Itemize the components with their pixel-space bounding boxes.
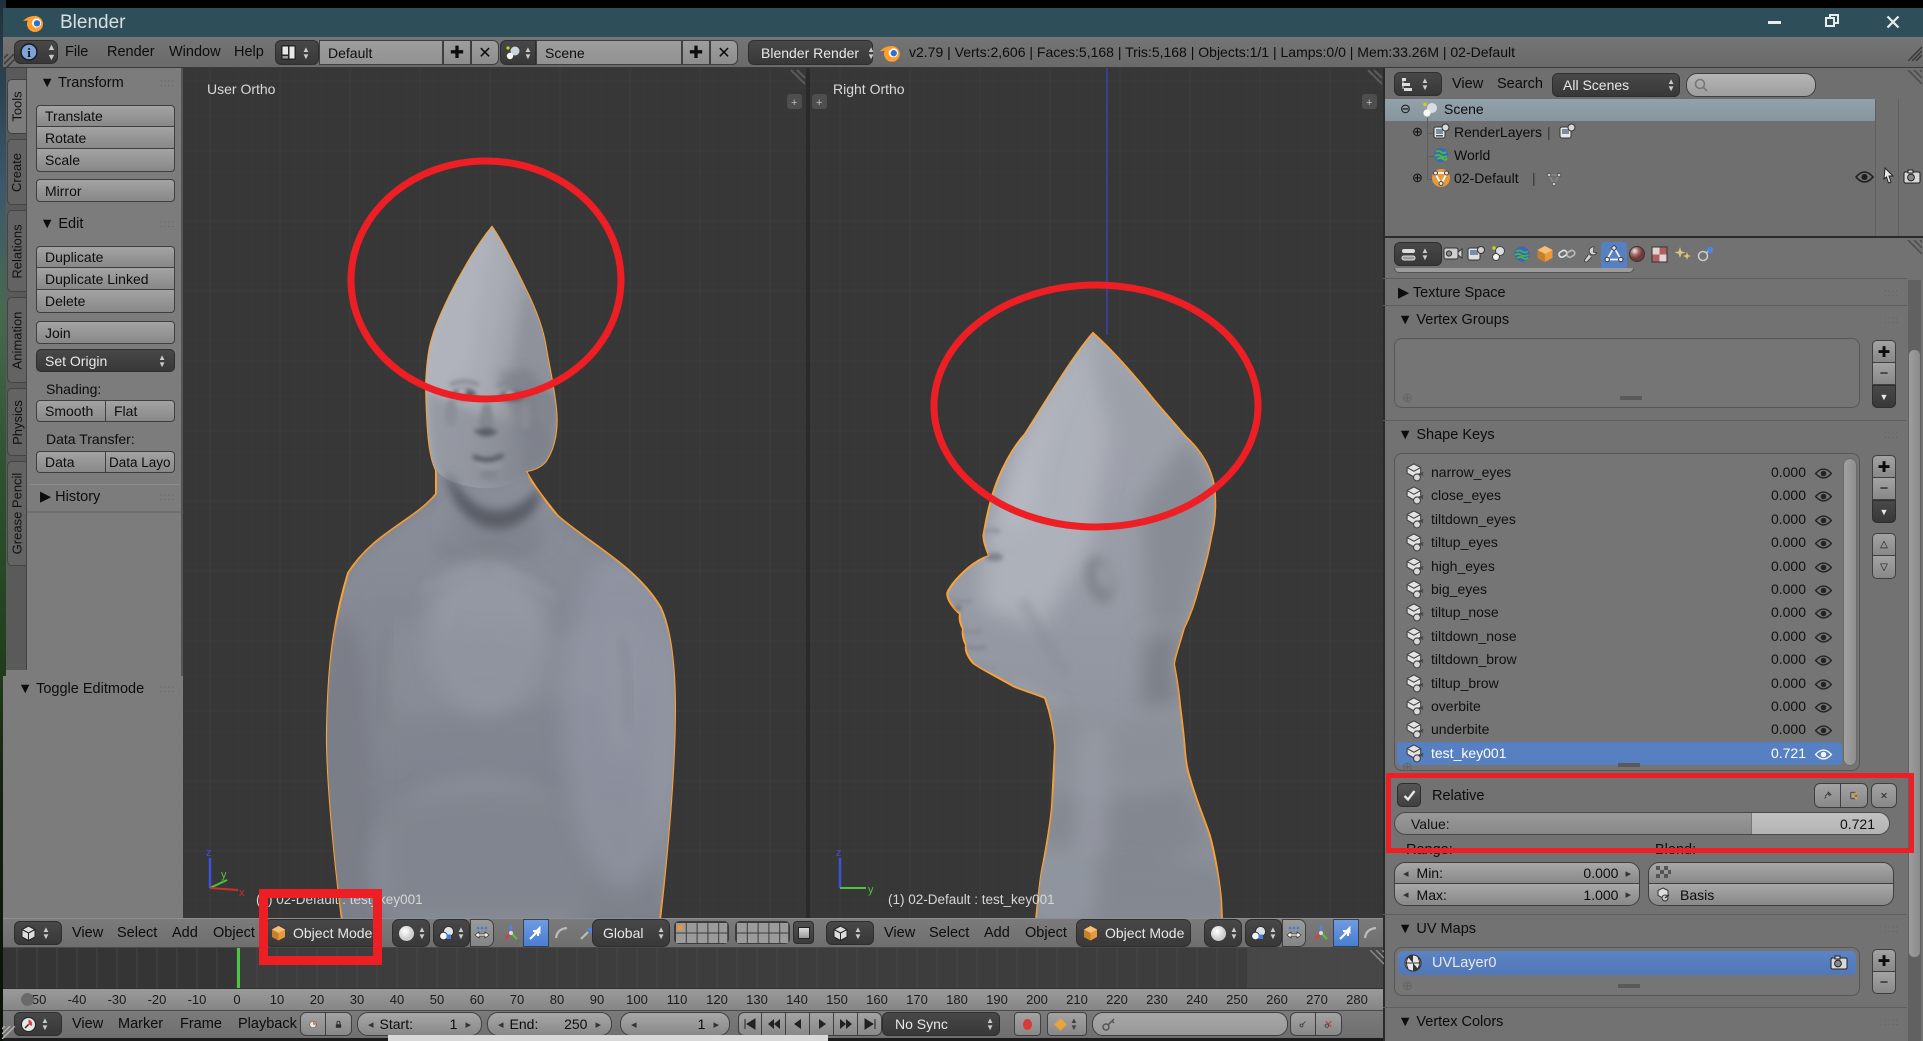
svg-text:+: + <box>1366 97 1372 109</box>
svg-text:y: y <box>221 869 227 881</box>
svg-text:+: + <box>791 97 797 109</box>
svg-text:x: x <box>239 887 245 899</box>
svg-text:+: + <box>816 97 822 109</box>
svg-text:i: i <box>27 45 31 60</box>
svg-text:z: z <box>206 847 212 859</box>
svg-text:z: z <box>836 847 842 859</box>
svg-text:(1) 02-Default : test_key001: (1) 02-Default : test_key001 <box>888 892 1055 907</box>
svg-text:y: y <box>868 884 874 896</box>
